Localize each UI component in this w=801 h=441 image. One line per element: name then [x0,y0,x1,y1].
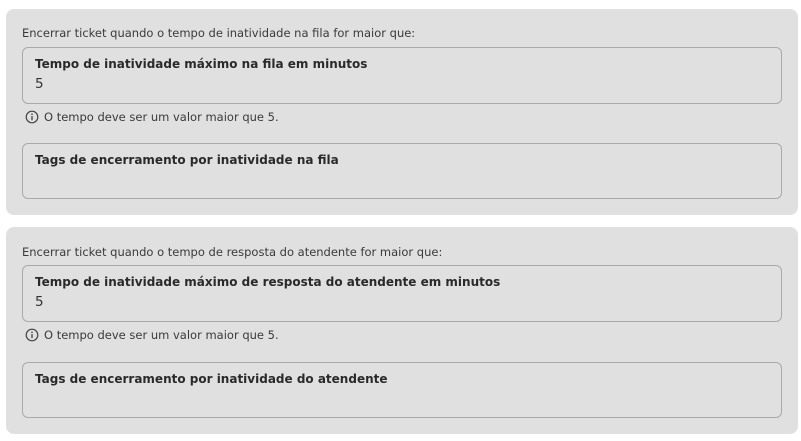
agent-inactivity-minutes-field[interactable]: Tempo de inatividade máximo de resposta … [22,265,782,322]
agent-inactivity-caption: Encerrar ticket quando o tempo de respos… [22,245,443,259]
agent-inactivity-hint: O tempo deve ser um valor maior que 5. [25,327,279,343]
agent-inactivity-card: Encerrar ticket quando o tempo de respos… [6,227,798,434]
queue-inactivity-minutes-label: Tempo de inatividade máximo na fila em m… [35,57,368,71]
queue-inactivity-minutes-input[interactable]: 5 [35,76,44,92]
queue-inactivity-card: Encerrar ticket quando o tempo de inativ… [6,9,798,215]
agent-inactivity-minutes-label: Tempo de inatividade máximo de resposta … [35,275,501,289]
info-circle-icon [25,328,39,342]
info-circle-icon [25,110,39,124]
queue-inactivity-hint-text: O tempo deve ser um valor maior que 5. [44,110,279,124]
agent-inactivity-minutes-input[interactable]: 5 [35,294,44,310]
queue-inactivity-hint: O tempo deve ser um valor maior que 5. [25,109,279,125]
agent-inactivity-hint-text: O tempo deve ser um valor maior que 5. [44,328,279,342]
agent-inactivity-tags-field[interactable]: Tags de encerramento por inatividade do … [22,362,782,418]
settings-page: Encerrar ticket quando o tempo de inativ… [0,0,801,441]
agent-inactivity-tags-label: Tags de encerramento por inatividade do … [35,372,388,386]
queue-inactivity-minutes-field[interactable]: Tempo de inatividade máximo na fila em m… [22,47,782,104]
queue-inactivity-caption: Encerrar ticket quando o tempo de inativ… [22,26,416,40]
queue-inactivity-tags-label: Tags de encerramento por inatividade na … [35,153,339,167]
queue-inactivity-tags-field[interactable]: Tags de encerramento por inatividade na … [22,143,782,199]
